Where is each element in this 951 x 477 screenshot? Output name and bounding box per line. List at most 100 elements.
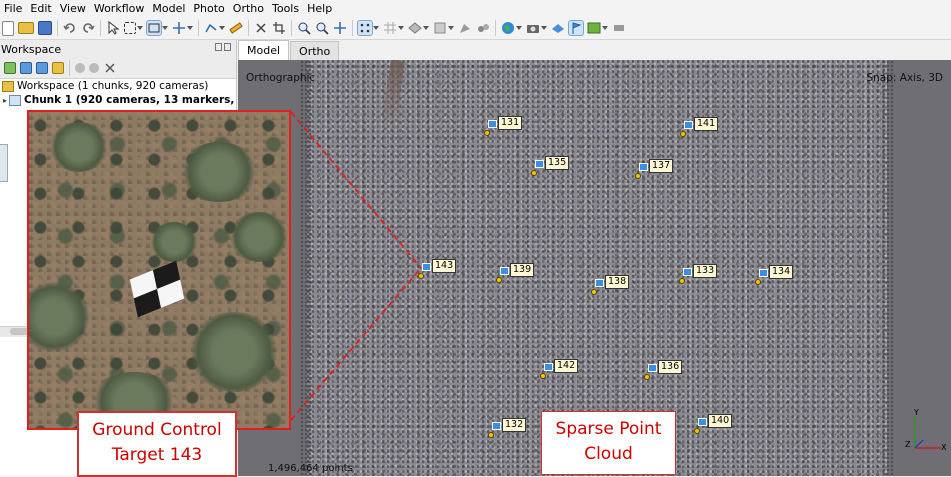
move-object-icon[interactable] xyxy=(172,21,186,35)
menu-help[interactable]: Help xyxy=(303,2,336,15)
disable-icon[interactable] xyxy=(89,63,99,73)
marker-label: 132 xyxy=(502,418,527,432)
workspace-icon xyxy=(2,80,14,92)
point-count-status: 1,496,464 points xyxy=(268,463,353,474)
show-markers-icon[interactable] xyxy=(568,20,584,36)
add-folder-icon[interactable] xyxy=(36,62,48,74)
tab-model[interactable]: Model xyxy=(238,40,290,60)
tree-row-chunk[interactable]: ▸ Chunk 1 (920 cameras, 13 markers, 1,4 xyxy=(0,93,236,107)
menu-edit[interactable]: Edit xyxy=(26,2,55,15)
float-panel-icon[interactable] xyxy=(215,43,222,51)
tab-ortho[interactable]: Ortho xyxy=(290,41,340,60)
draw-polyline-icon[interactable] xyxy=(204,21,218,35)
menu-ortho[interactable]: Ortho xyxy=(229,2,268,15)
marker-point xyxy=(694,428,700,434)
menu-view[interactable]: View xyxy=(56,2,90,15)
new-document-icon[interactable] xyxy=(2,20,14,36)
chunk-icon xyxy=(9,94,22,106)
add-marker-icon[interactable] xyxy=(52,62,64,74)
camera-dropdown-icon[interactable] xyxy=(541,26,547,30)
sagebrush xyxy=(29,282,89,352)
ground-control-callout-line1: Ground Control xyxy=(92,420,222,440)
globe-dropdown-icon[interactable] xyxy=(516,26,522,30)
globe-icon[interactable] xyxy=(501,21,515,35)
redo-icon[interactable] xyxy=(81,21,95,35)
panel-resize-handle[interactable] xyxy=(0,144,8,182)
marker-flag-icon xyxy=(535,160,544,168)
save-icon[interactable] xyxy=(38,21,52,35)
marker-flag-icon xyxy=(648,364,657,372)
marker-label: 136 xyxy=(658,360,683,374)
menu-workflow[interactable]: Workflow xyxy=(90,2,149,15)
enable-icon[interactable] xyxy=(75,63,85,73)
show-cameras-icon[interactable] xyxy=(551,21,565,35)
ground-control-target xyxy=(129,260,185,318)
cloud-right-edge xyxy=(882,60,894,476)
grid-icon[interactable] xyxy=(383,21,397,35)
marker-label: 139 xyxy=(510,263,535,277)
tree-row-workspace[interactable]: Workspace (1 chunks, 920 cameras) xyxy=(0,79,236,93)
workspace-root-label: Workspace (1 chunks, 920 cameras) xyxy=(17,80,209,92)
crop-selection-icon[interactable] xyxy=(272,21,286,35)
view-tabs: Model Ortho xyxy=(238,40,340,60)
marker-point xyxy=(488,432,494,438)
tiled-model-icon[interactable] xyxy=(433,21,447,35)
mesh-dropdown-icon[interactable] xyxy=(423,26,429,30)
tiled-dropdown-icon[interactable] xyxy=(448,26,454,30)
menu-photo[interactable]: Photo xyxy=(189,2,228,15)
menu-model[interactable]: Model xyxy=(148,2,189,15)
undo-icon[interactable] xyxy=(63,21,77,35)
draw-dropdown-icon[interactable] xyxy=(219,26,225,30)
images-dropdown-icon[interactable] xyxy=(602,26,608,30)
snap-label: Snap: Axis, 3D xyxy=(866,72,943,84)
expand-chevron-icon[interactable]: ▸ xyxy=(3,96,7,105)
resize-region-icon[interactable] xyxy=(146,20,162,36)
sagebrush xyxy=(179,142,259,202)
cloud-view-dropdown-icon[interactable] xyxy=(373,26,379,30)
navigation-cursor-icon[interactable] xyxy=(106,20,120,35)
marker-flag-icon xyxy=(492,422,501,430)
camera-icon[interactable] xyxy=(526,21,540,35)
add-photos-icon[interactable] xyxy=(20,62,32,74)
ruler-icon[interactable] xyxy=(229,21,243,35)
sagebrush xyxy=(49,122,109,172)
sparse-callout-line2: Cloud xyxy=(584,444,633,464)
zoom-in-icon[interactable] xyxy=(297,21,311,35)
marker-point xyxy=(679,278,685,284)
open-folder-icon[interactable] xyxy=(18,22,34,34)
toolbar-separator xyxy=(100,20,101,36)
menu-file[interactable]: File xyxy=(0,2,26,15)
marker-point xyxy=(680,131,686,137)
remove-items-icon[interactable] xyxy=(103,61,117,75)
panel-controls xyxy=(215,43,233,53)
shapes-icon[interactable] xyxy=(458,21,472,35)
rectangle-selection-icon[interactable] xyxy=(124,22,136,34)
ground-control-target-photo xyxy=(27,110,291,430)
toolbar-separator xyxy=(69,60,70,76)
workspace-tree: Workspace (1 chunks, 920 cameras) ▸ Chun… xyxy=(0,79,236,107)
toolbar-separator xyxy=(198,20,199,36)
toolbar-separator xyxy=(495,20,496,36)
pan-icon[interactable] xyxy=(333,21,347,35)
region-dropdown-icon[interactable] xyxy=(162,26,168,30)
marker-flag-icon xyxy=(595,279,604,287)
menu-tools[interactable]: Tools xyxy=(268,2,303,15)
show-images-icon[interactable] xyxy=(587,21,601,35)
zoom-out-icon[interactable] xyxy=(315,21,329,35)
close-panel-icon[interactable] xyxy=(224,43,231,51)
add-chunk-icon[interactable] xyxy=(4,62,16,74)
marker-flag-icon xyxy=(759,269,768,277)
axis-z-label: Z xyxy=(905,440,911,449)
workspace-panel-header: Workspace xyxy=(0,40,236,58)
point-cloud-view-icon[interactable] xyxy=(357,20,373,36)
reset-view-icon[interactable] xyxy=(612,21,626,35)
selection-dropdown-icon[interactable] xyxy=(137,26,143,30)
workspace-toolbar xyxy=(0,58,236,79)
move-dropdown-icon[interactable] xyxy=(187,26,193,30)
mesh-view-icon[interactable] xyxy=(408,21,422,35)
marker-flag-icon xyxy=(488,120,497,128)
marker-point xyxy=(591,289,597,295)
markers-visibility-icon[interactable] xyxy=(476,21,490,35)
grid-dropdown-icon[interactable] xyxy=(398,26,404,30)
delete-selection-icon[interactable] xyxy=(254,21,268,35)
